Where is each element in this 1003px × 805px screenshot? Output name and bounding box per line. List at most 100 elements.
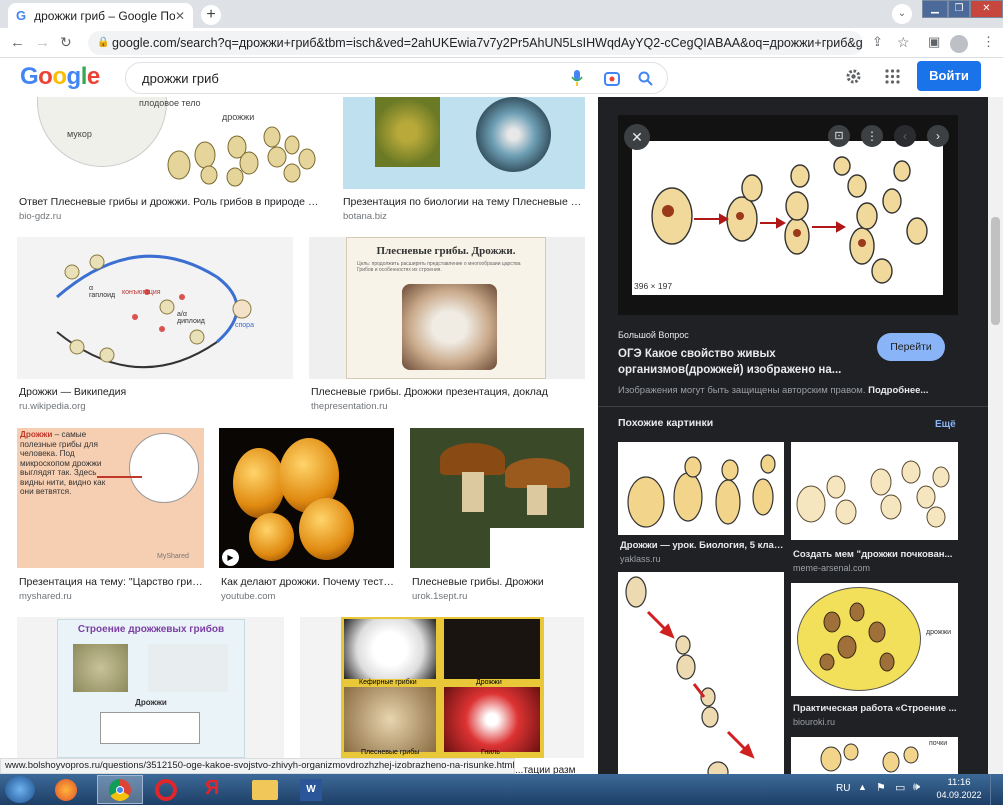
result-thumbnail[interactable]: Дрожжи – самые полезные грибы для челове… xyxy=(17,428,204,568)
microphone-icon[interactable] xyxy=(571,70,583,86)
similar-thumbnail[interactable]: почки xyxy=(791,737,958,774)
chrome-taskbar-button[interactable] xyxy=(97,775,143,804)
browser-tab[interactable]: G дрожжи гриб – Google Поиск ✕ xyxy=(8,3,193,28)
start-button[interactable] xyxy=(5,776,35,803)
volume-icon[interactable]: 🕪 xyxy=(913,781,920,794)
result-site: youtube.com xyxy=(221,591,276,602)
thumb-label: MyShared xyxy=(157,553,189,560)
apps-grid-icon[interactable] xyxy=(885,69,900,84)
network-icon[interactable]: ▭ xyxy=(895,781,905,794)
profile-avatar[interactable] xyxy=(950,35,968,53)
url-bar[interactable]: 🔒 google.com/search?q=дрожжи+гриб&tbm=is… xyxy=(88,31,863,55)
show-hidden-icons-icon[interactable]: ▲ xyxy=(858,782,867,792)
next-image-icon[interactable]: › xyxy=(927,125,949,147)
panel-title[interactable]: ОГЭ Какое свойство живых организмов(дрож… xyxy=(618,346,843,378)
menu-dots-icon[interactable]: ⋮ xyxy=(982,34,995,50)
yeast-cells-illustration xyxy=(167,126,316,187)
word-icon[interactable]: W xyxy=(300,779,322,801)
firefox-icon[interactable] xyxy=(55,779,77,801)
result-caption[interactable]: Презентация на тему: "Царство грибо... xyxy=(19,576,204,588)
thumb-label: дрожжи xyxy=(926,629,952,636)
thumb-label: Цель: продолжить расширять представление… xyxy=(357,261,521,273)
result-site: myshared.ru xyxy=(19,591,72,602)
result-site: botana.biz xyxy=(343,211,387,222)
close-panel-icon[interactable]: ✕ xyxy=(624,124,650,150)
back-icon[interactable]: ← xyxy=(10,34,25,51)
result-thumbnail[interactable]: Строение дрожжевых грибов Дрожжи xyxy=(17,617,284,758)
close-window-icon[interactable]: ✕ xyxy=(970,0,1003,18)
yeast-cells-illustration xyxy=(819,602,895,672)
new-tab-button[interactable]: + xyxy=(201,5,221,25)
similar-thumbnail[interactable] xyxy=(618,572,784,783)
search-input[interactable]: дрожжи гриб xyxy=(142,71,219,86)
url-text: google.com/search?q=дрожжи+гриб&tbm=isch… xyxy=(112,36,863,50)
result-caption[interactable]: Презентация по биологии на тему Плесневы… xyxy=(343,196,585,208)
result-caption[interactable]: Плесневые грибы. Дрожжи xyxy=(412,576,584,588)
address-toolbar: ← → ↻ 🔒 google.com/search?q=дрожжи+гриб&… xyxy=(0,28,1003,58)
similar-site: meme-arsenal.com xyxy=(793,563,871,573)
yandex-browser-icon[interactable]: Я xyxy=(205,777,219,800)
lens-search-icon[interactable]: ⊡ xyxy=(828,125,850,147)
clock-time[interactable]: 11:16 xyxy=(940,777,978,788)
result-thumbnail[interactable]: Плесневые грибы. Дрожжи. Цель: продолжит… xyxy=(309,237,585,379)
result-thumbnail[interactable]: α гаплоид конъюгация a/α диплоид спора xyxy=(17,237,293,379)
yeast-budding-sequence-illustration xyxy=(625,576,755,783)
similar-thumbnail[interactable] xyxy=(618,442,784,535)
result-caption[interactable]: Дрожжи — Википедия xyxy=(19,386,295,398)
similar-caption[interactable]: Практическая работа «Строение ... xyxy=(793,703,958,714)
bookmark-star-icon[interactable]: ☆ xyxy=(897,34,910,51)
similar-thumbnail[interactable]: дрожжи xyxy=(791,583,958,696)
file-explorer-icon[interactable] xyxy=(252,780,278,800)
forward-icon[interactable]: → xyxy=(35,34,50,51)
opera-icon[interactable] xyxy=(155,779,177,801)
tab-search-icon[interactable]: ⌄ xyxy=(892,4,912,24)
prev-image-icon[interactable]: ‹ xyxy=(894,125,916,147)
search-icon[interactable] xyxy=(638,71,653,86)
minimize-icon[interactable]: ▁ xyxy=(922,0,948,18)
search-box[interactable]: дрожжи гриб xyxy=(125,62,668,94)
more-similar-link[interactable]: Ещё xyxy=(935,419,956,430)
similar-thumbnail[interactable] xyxy=(791,442,958,540)
link-status-bar: www.bolshoyvopros.ru/questions/3512150-o… xyxy=(0,758,515,774)
similar-caption[interactable]: Создать мем "дрожжи почкован... xyxy=(793,549,958,560)
language-indicator[interactable]: RU xyxy=(836,783,850,794)
similar-caption[interactable]: Дрожжи — урок. Биология, 5 клас... xyxy=(620,540,784,551)
more-options-icon[interactable]: ⋮ xyxy=(861,125,883,147)
more-info-link[interactable]: Подробнее... xyxy=(868,385,928,396)
result-caption[interactable]: Плесневые грибы. Дрожжи презентация, док… xyxy=(311,386,587,398)
lens-camera-icon[interactable] xyxy=(604,71,620,86)
scrollbar-thumb[interactable] xyxy=(991,217,1000,325)
maximize-icon[interactable]: ❐ xyxy=(948,0,970,18)
side-panel-icon[interactable]: ▣ xyxy=(928,34,940,50)
preview-image[interactable] xyxy=(632,141,943,295)
result-thumbnail[interactable]: Кефирные грибки Дрожжи Плесневые грибы Г… xyxy=(300,617,584,758)
page-scrollbar[interactable] xyxy=(988,97,1003,774)
share-icon[interactable]: ⇪ xyxy=(872,34,883,50)
show-desktop-button[interactable] xyxy=(990,774,1003,805)
result-thumbnail[interactable] xyxy=(410,428,584,568)
result-thumbnail[interactable]: плодовое тело мукор дрожжи xyxy=(17,97,323,189)
settings-gear-icon[interactable] xyxy=(845,68,862,85)
google-header: Google дрожжи гриб Войти xyxy=(0,58,1003,97)
result-site: urok.1sept.ru xyxy=(412,591,468,602)
thumb-label: плодовое тело xyxy=(139,98,201,108)
result-caption[interactable]: Как делают дрожжи. Почему тесто ... xyxy=(221,576,394,588)
result-thumbnail[interactable]: ▶ xyxy=(219,428,394,568)
result-thumbnail[interactable] xyxy=(343,97,585,189)
clock-date[interactable]: 04.09.2022 xyxy=(936,790,982,800)
google-logo[interactable]: Google xyxy=(20,63,100,91)
visit-button[interactable]: Перейти xyxy=(877,333,945,361)
play-icon[interactable]: ▶ xyxy=(222,549,239,566)
thumb-label: Плесневые грибы xyxy=(361,749,420,756)
thumb-label: a/α диплоид xyxy=(177,311,205,325)
thumb-label: α гаплоид xyxy=(89,285,116,299)
thumb-label: спора xyxy=(235,322,254,329)
thumb-label: конъюгация xyxy=(122,289,161,296)
result-caption[interactable]: Ответ Плесневые грибы и дрожжи. Роль гри… xyxy=(19,196,323,208)
action-center-flag-icon[interactable]: ⚑ xyxy=(876,781,886,794)
sign-in-button[interactable]: Войти xyxy=(917,61,981,91)
close-tab-icon[interactable]: ✕ xyxy=(175,9,185,23)
panel-source[interactable]: Большой Вопрос xyxy=(618,330,689,340)
thumb-label: Кефирные грибки xyxy=(359,679,417,686)
reload-icon[interactable]: ↻ xyxy=(60,34,72,51)
